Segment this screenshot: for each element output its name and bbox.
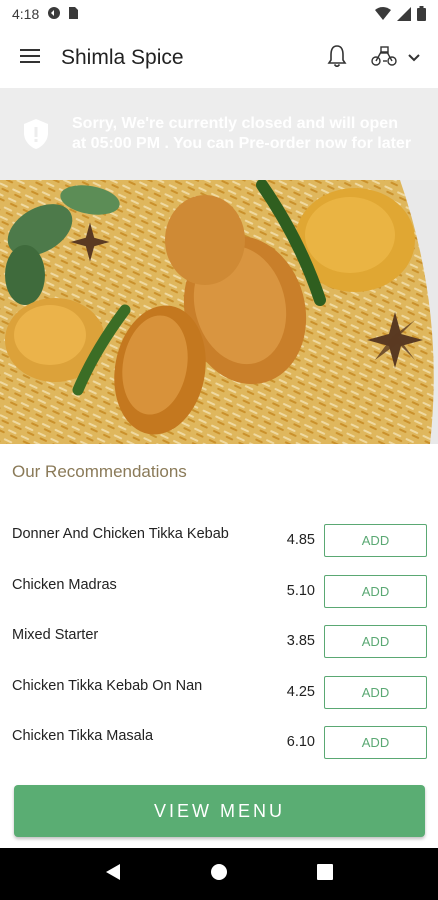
item-price: 4.25 bbox=[286, 683, 315, 700]
view-menu-button[interactable]: VIEW MENU bbox=[14, 785, 425, 837]
add-button[interactable]: ADD bbox=[324, 524, 427, 557]
item-price: 3.85 bbox=[286, 633, 315, 649]
system-nav-bar bbox=[0, 848, 438, 900]
order-mode-selector[interactable] bbox=[370, 45, 420, 72]
data-saver-icon bbox=[47, 6, 61, 23]
add-button[interactable]: ADD bbox=[324, 726, 427, 759]
recents-button[interactable] bbox=[305, 854, 345, 894]
item-name: Chicken Tikka Kebab On Nan bbox=[12, 677, 203, 694]
item-name: Mixed Starter bbox=[12, 627, 99, 643]
item-name: Chicken Madras bbox=[12, 576, 117, 593]
item-name: Donner And Chicken Tikka Kebab bbox=[12, 526, 229, 542]
item-price: 4.85 bbox=[286, 532, 315, 548]
closed-message: Sorry, We're currently closed and will o… bbox=[72, 115, 412, 152]
app-bar: Shimla Spice bbox=[0, 28, 438, 88]
wifi-icon bbox=[375, 6, 391, 24]
screen: 4:18 Shimla Spice Sorry, We're currently… bbox=[0, 0, 438, 900]
recommendations-list: Donner And Chicken Tikka Kebab 4.85 ADD … bbox=[0, 516, 438, 769]
delivery-icon bbox=[370, 45, 398, 72]
home-icon bbox=[210, 863, 228, 886]
back-button[interactable] bbox=[93, 854, 133, 894]
item-price: 5.10 bbox=[286, 582, 315, 599]
list-item: Chicken Tikka Kebab On Nan 4.25 ADD bbox=[0, 668, 438, 719]
status-time: 4:18 bbox=[12, 6, 40, 22]
item-name: Chicken Tikka Masala bbox=[12, 728, 154, 744]
notifications-button[interactable] bbox=[322, 38, 352, 78]
shield-icon bbox=[0, 118, 72, 150]
item-price: 6.10 bbox=[286, 734, 315, 750]
back-icon bbox=[105, 863, 121, 886]
list-item: Mixed Starter 3.85 ADD bbox=[0, 617, 438, 668]
add-button[interactable]: ADD bbox=[324, 574, 427, 608]
signal-icon bbox=[397, 6, 411, 24]
chevron-down-icon bbox=[408, 49, 420, 67]
list-item: Donner And Chicken Tikka Kebab 4.85 ADD bbox=[0, 516, 438, 567]
list-item: Chicken Tikka Masala 6.10 ADD bbox=[0, 718, 438, 769]
restaurant-title: Shimla Spice bbox=[61, 46, 184, 69]
closed-banner: Sorry, We're currently closed and will o… bbox=[0, 88, 438, 180]
home-button[interactable] bbox=[199, 854, 239, 894]
sim-card-icon bbox=[67, 6, 79, 23]
bell-icon bbox=[327, 44, 347, 73]
list-item: Chicken Madras 5.10 ADD bbox=[0, 567, 438, 618]
add-button[interactable]: ADD bbox=[324, 675, 427, 709]
recommendations-title: Our Recommendations bbox=[12, 462, 187, 481]
status-bar: 4:18 bbox=[0, 0, 438, 28]
recents-icon bbox=[317, 863, 333, 885]
battery-icon bbox=[417, 6, 426, 24]
add-button[interactable]: ADD bbox=[324, 625, 427, 658]
hero-food-image bbox=[0, 180, 438, 444]
hamburger-icon bbox=[20, 48, 40, 69]
status-icons bbox=[375, 6, 426, 24]
menu-button[interactable] bbox=[0, 28, 60, 88]
